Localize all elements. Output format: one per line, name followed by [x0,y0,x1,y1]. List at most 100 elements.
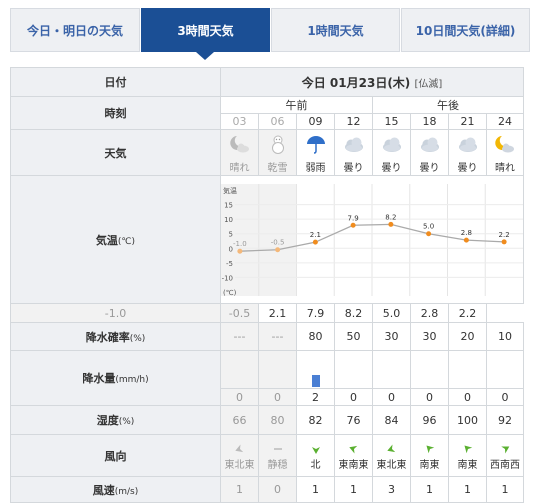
precip-prob-unit: (%) [129,333,146,344]
active-tab-caret [196,52,214,60]
weather-row-label: 天気 [10,129,221,176]
forecast-tabs: 今日・明日の天気 3時間天気 1時間天気 10日間天気(詳細) [0,0,537,62]
weather-text: 弱雨 [305,163,326,174]
wind-speed-row-label: 風速(m/s) [10,476,221,503]
wind-arrow-icon [462,443,474,455]
weather-cell: 晴れ [220,129,259,176]
tab-1-hour[interactable]: 1時間天気 [271,8,400,52]
humidity-row-label: 湿度(%) [10,405,221,435]
wind-dir-text: 東北東 [224,459,255,471]
wind-arrow-icon [499,443,511,455]
temperature-value: 2.8 [410,303,449,323]
wind-dir-cell: 東南東 [334,434,373,477]
humidity-unit: (%) [118,417,135,427]
weather-cell: 乾雪 [258,129,297,176]
chart-tick-label: -10 [222,274,233,282]
wind-arrow-icon [424,443,436,455]
weather-cell: 曇り [410,129,449,176]
wind-arrow-icon [348,443,360,455]
wind-dir-cell: 東北東 [372,434,411,477]
precip-prob-value: 10 [485,322,525,351]
wind-dir-text: 南東 [419,459,440,471]
cloud-icon [373,134,410,157]
chart-tick-label: 5 [229,230,233,238]
temperature-value: -1.0 [10,303,221,323]
wind-dir-cell: 静穏 [258,434,297,477]
temperature-point [426,230,432,236]
wind-dir-text: 静穏 [267,459,288,471]
precip-amount-label: 降水量 [82,372,116,385]
temperature-value: 7.9 [296,303,335,323]
wind-arrow-icon [386,443,398,455]
humidity-value: 96 [410,405,449,435]
wind-speed-value: 0 [258,476,297,503]
precip-amount-value: 0 [258,388,297,406]
wind-dir-row-label: 風向 [10,434,221,477]
umbrella-icon [297,134,334,157]
wind-speed-label: 風速 [92,483,115,497]
wind-speed-value: 1 [448,476,487,503]
temperature-chart: 気温151050-5-10(℃)-1.0 -0.52.17.9 8.25.02.8 2… [221,183,523,296]
wind-speed-value: 3 [372,476,411,503]
weather-cell: 弱雨 [296,129,335,176]
precip-prob-value: 50 [334,322,373,351]
temperature-value: 2.1 [258,303,297,323]
humidity-value: 100 [448,405,487,435]
precip-amount-value: 0 [220,388,259,406]
temperature-point [350,222,356,228]
weather-text: 曇り [419,163,440,174]
forecast-table: 日付 今日 01月23日(木) [仏滅] 時刻 午前 午後 03 06 09 12 15… [10,67,525,503]
temperature-row-label: 気温(℃) [10,175,221,304]
temperature-data-label: 7.9 [348,214,359,222]
wind-speed-value: 1 [296,476,335,503]
chart-unit-top: 気温 [223,186,237,195]
wind-dir-cell: 南東 [448,434,487,477]
cloud-icon [449,134,486,157]
moon-cloud-icon [487,134,523,157]
humidity-value: 84 [372,405,411,435]
calm-icon [272,443,284,455]
precip-prob-value: 30 [372,322,411,351]
temperature-point [275,246,281,252]
hour-cell: 09 [296,113,335,130]
precip-amount-value: 0 [448,388,487,406]
temperature-point [463,237,469,243]
precip-amount-value: 0 [485,388,525,406]
tab-10-day[interactable]: 10日間天気(詳細) [401,8,530,52]
humidity-label: 湿度 [96,414,119,427]
tab-3-hour[interactable]: 3時間天気 [141,8,270,52]
precip-graph-cell [334,350,373,389]
temperature-data-label: 2.2 [499,230,510,238]
precip-prob-value: --- [220,322,259,351]
humidity-value: 76 [334,405,373,435]
precip-graph-cell [296,350,335,389]
precip-amount-unit: (mm/h) [115,375,149,385]
precip-prob-value: 20 [448,322,487,351]
precip-amount-value: 0 [372,388,411,406]
temperature-data-label: 2.1 [310,231,321,239]
temperature-data-label: 8.2 [385,213,396,221]
precip-prob-value: 80 [296,322,335,351]
precip-amount-value: 0 [410,388,449,406]
wind-speed-value: 1 [334,476,373,503]
am-label: 午前 [220,96,373,114]
wind-dir-cell: 北 [296,434,335,477]
humidity-value: 80 [258,405,297,435]
precip-graph-cell [485,350,525,389]
temperature-data-label: -0.5 [271,238,285,246]
wind-dir-text: 西南西 [490,459,521,471]
temperature-data-label: -1.0 [233,240,247,248]
temperature-point [501,238,507,244]
temperature-point [388,221,394,227]
chart-tick-label: 10 [224,216,233,224]
precip-amount-value: 2 [296,388,335,406]
wind-speed-value: 1 [410,476,449,503]
date-row-label: 日付 [10,67,221,97]
precip-graph-cell [220,350,259,389]
wind-arrow-icon [310,443,322,455]
weather-text: 晴れ [229,163,250,174]
time-row-label: 時刻 [10,96,221,130]
precip-graph-cell [258,350,297,389]
wind-dir-text: 東南東 [338,459,369,471]
tab-today-tomorrow[interactable]: 今日・明日の天気 [10,8,140,52]
